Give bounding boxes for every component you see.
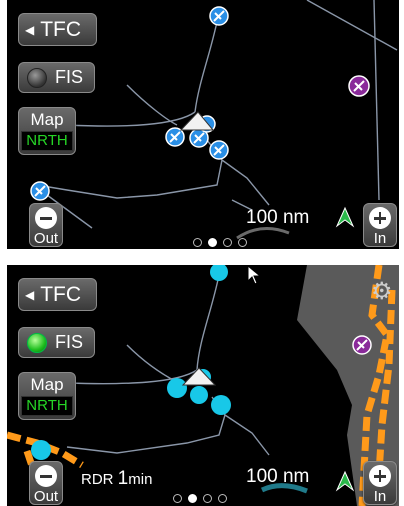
radar-age-readout: RDR 1min — [81, 468, 152, 490]
zoom-out-label: Out — [33, 488, 59, 505]
zoom-in-button[interactable]: In — [363, 461, 397, 505]
map-label: Map — [30, 375, 64, 394]
page-dot[interactable] — [173, 494, 182, 503]
scale-readout: 100 nm — [246, 466, 310, 487]
led-indicator-icon — [27, 332, 47, 353]
back-arrow-icon: ◀ — [25, 22, 35, 37]
tfc-label: TFC — [40, 17, 82, 41]
scale-readout: 100 nm — [246, 207, 310, 228]
radar-unit: min — [128, 471, 153, 488]
airport-icon[interactable] — [30, 181, 50, 201]
airport-icon[interactable] — [209, 140, 229, 160]
airport-icon[interactable] — [210, 265, 228, 281]
zoom-out-label: Out — [33, 230, 59, 247]
page-dot-active[interactable] — [208, 238, 217, 247]
radar-prefix: RDR — [81, 471, 114, 488]
page-dot[interactable] — [223, 238, 232, 247]
back-arrow-icon: ◀ — [25, 287, 35, 302]
map-panel-bottom[interactable]: ⚙ ◀ TFC FIS Map NRTH Out In RDR 1min 100… — [7, 265, 399, 506]
zoom-in-icon — [369, 465, 391, 487]
page-dot[interactable] — [238, 238, 247, 247]
airport-icon[interactable] — [165, 127, 185, 147]
map-orientation-button[interactable]: Map NRTH — [18, 372, 76, 420]
zoom-in-label: In — [373, 488, 387, 505]
fis-button[interactable]: FIS — [18, 62, 95, 93]
tfc-button[interactable]: ◀ TFC — [18, 278, 97, 311]
map-label: Map — [30, 110, 64, 129]
orientation-label: NRTH — [21, 131, 73, 151]
tfc-label: TFC — [40, 282, 82, 306]
orientation-label: NRTH — [21, 396, 73, 416]
led-indicator-icon — [27, 67, 47, 88]
north-arrow-icon — [335, 206, 355, 228]
radar-value: 1 — [117, 468, 129, 489]
fis-label: FIS — [55, 332, 84, 352]
airport-icon[interactable] — [209, 6, 229, 26]
airport-icon[interactable] — [167, 378, 187, 398]
airport-icon[interactable] — [211, 395, 231, 415]
fis-label: FIS — [55, 67, 84, 87]
zoom-in-button[interactable]: In — [363, 203, 397, 247]
airport-icon[interactable] — [348, 75, 370, 97]
page-dot[interactable] — [218, 494, 227, 503]
page-indicator[interactable] — [173, 494, 227, 503]
page-dot-active[interactable] — [188, 494, 197, 503]
page-dot[interactable] — [193, 238, 202, 247]
gear-icon[interactable]: ⚙ — [371, 277, 393, 306]
airport-icon[interactable] — [352, 335, 372, 355]
zoom-in-label: In — [373, 230, 387, 247]
map-orientation-button[interactable]: Map NRTH — [18, 107, 76, 155]
north-arrow-icon — [335, 470, 355, 492]
tfc-button[interactable]: ◀ TFC — [18, 13, 97, 46]
airspace-lines — [66, 274, 270, 456]
page-indicator[interactable] — [193, 238, 247, 247]
fis-button[interactable]: FIS — [18, 327, 95, 358]
zoom-in-icon — [369, 207, 391, 229]
zoom-out-button[interactable]: Out — [29, 203, 63, 247]
zoom-out-icon — [35, 465, 57, 487]
cursor-icon — [247, 265, 262, 285]
terrain-line — [236, 226, 290, 240]
zoom-out-icon — [35, 207, 57, 229]
airport-icon[interactable] — [31, 440, 51, 460]
zoom-out-button[interactable]: Out — [29, 461, 63, 505]
page-dot[interactable] — [203, 494, 212, 503]
map-panel-top[interactable]: ◀ TFC FIS Map NRTH Out In 100 nm — [7, 0, 399, 249]
airport-icon[interactable] — [190, 386, 208, 404]
